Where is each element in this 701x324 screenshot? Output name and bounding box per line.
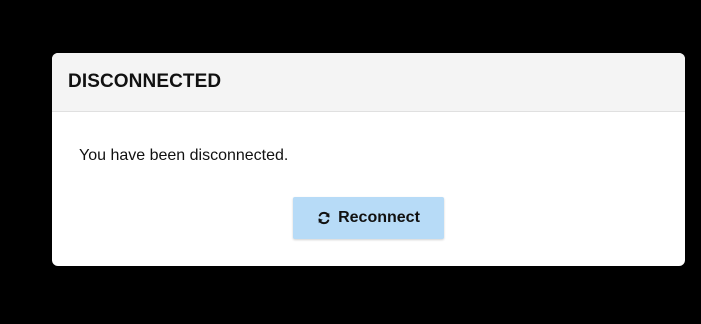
dialog-title: DISCONNECTED [68, 71, 222, 92]
disconnected-dialog: DISCONNECTED You have been disconnected.… [52, 53, 685, 266]
dialog-header: DISCONNECTED [52, 53, 685, 112]
dialog-message: You have been disconnected. [79, 147, 289, 164]
reconnect-button-label: Reconnect [338, 209, 420, 226]
reconnect-button[interactable]: Reconnect [293, 197, 444, 239]
refresh-icon [317, 211, 331, 225]
